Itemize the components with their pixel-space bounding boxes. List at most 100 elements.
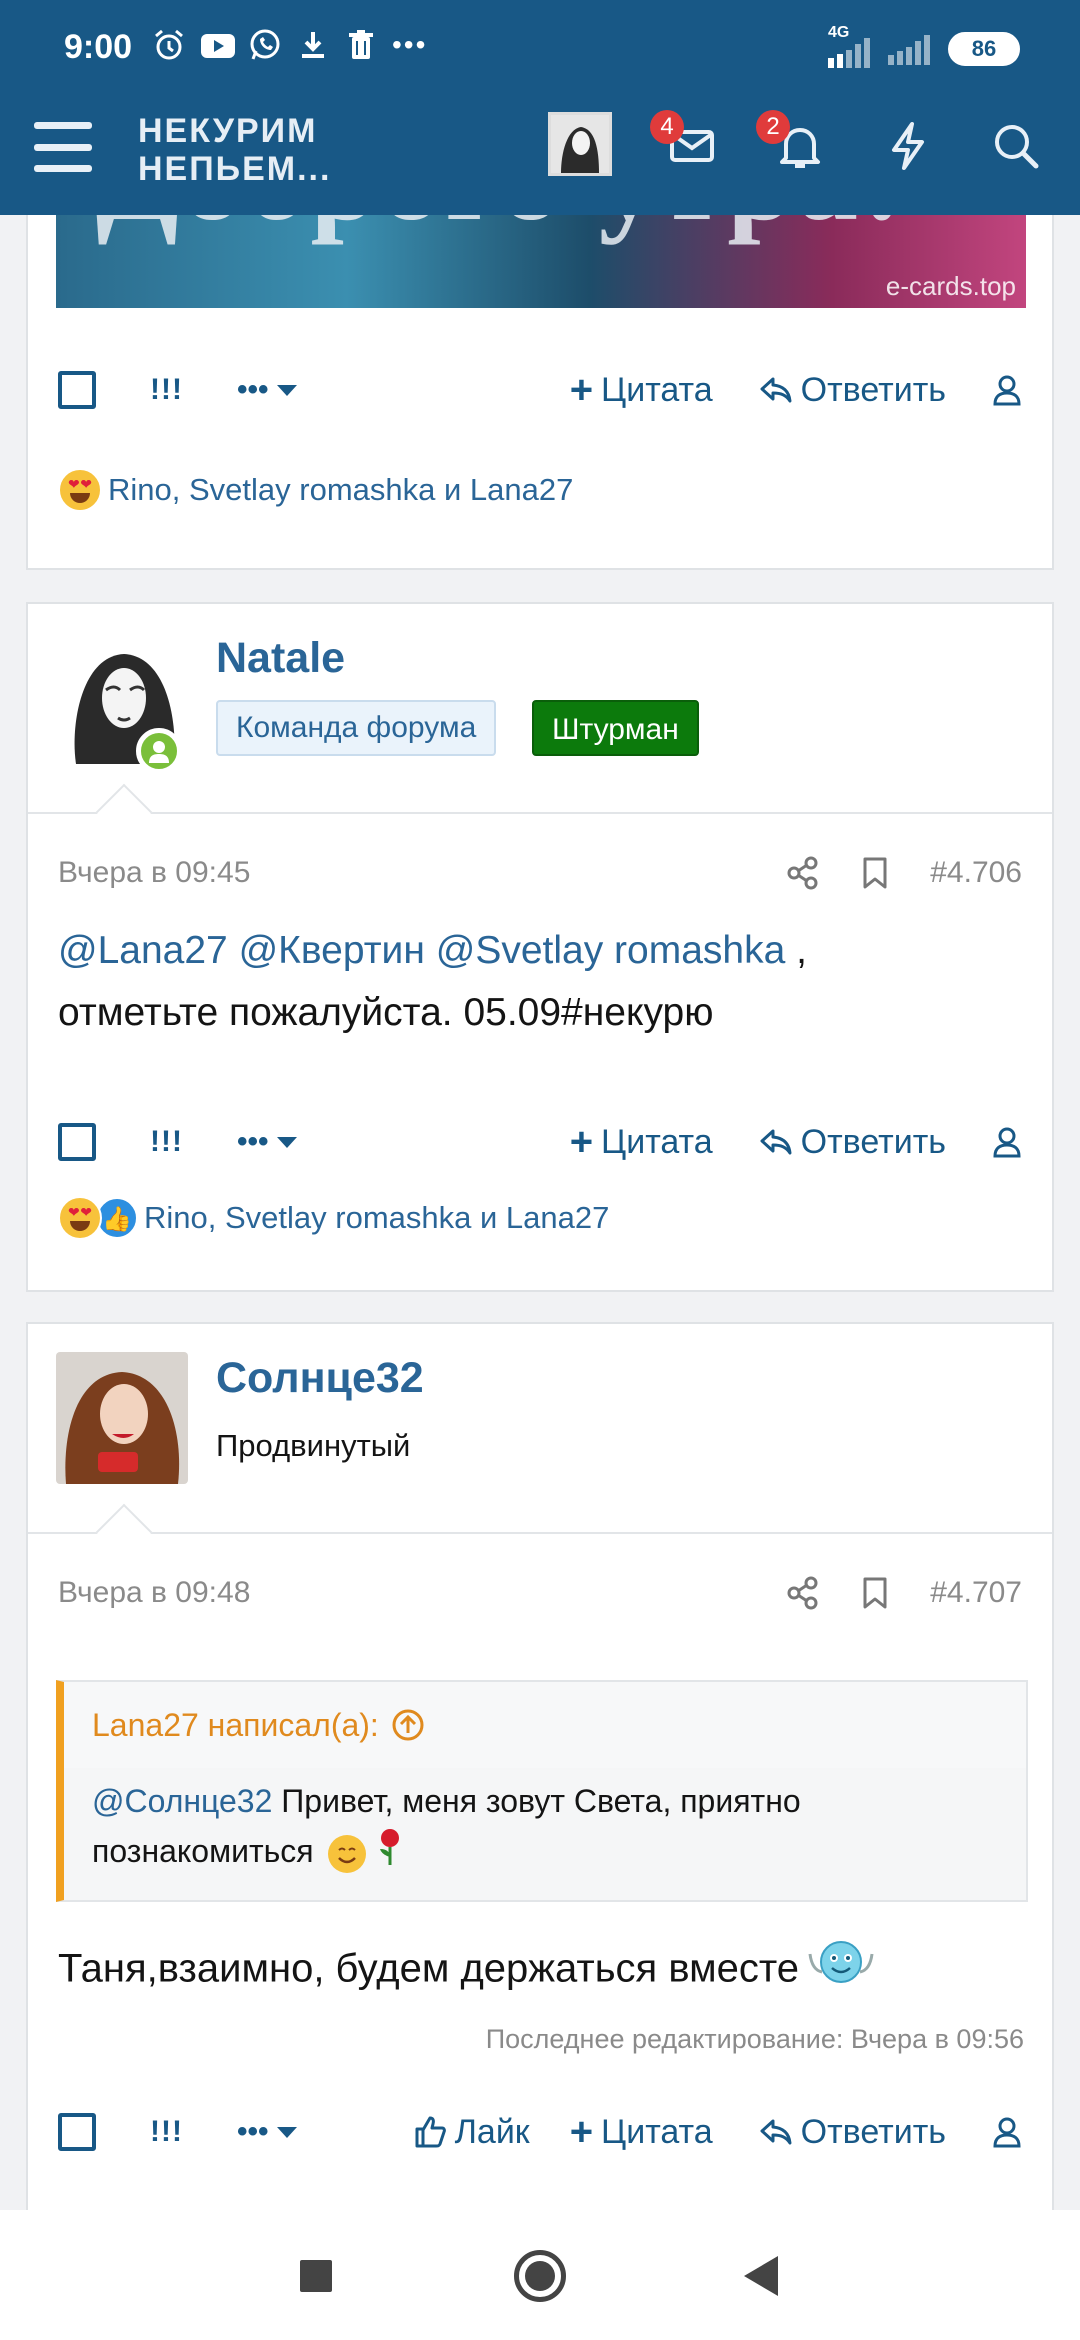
- smile-emoji-icon: [328, 1834, 367, 1873]
- user-icon[interactable]: [992, 2116, 1022, 2148]
- plus-icon: +: [569, 368, 594, 412]
- arrow-up-circle-icon[interactable]: [391, 1708, 425, 1742]
- user-icon[interactable]: [992, 374, 1022, 406]
- mention-link[interactable]: @Lana27: [58, 929, 228, 972]
- alarm-icon: [152, 28, 186, 62]
- heart-eyes-emoji-icon: [58, 468, 102, 512]
- marks-button[interactable]: !!!: [150, 1125, 183, 1159]
- reply-label: Ответить: [800, 370, 946, 409]
- plus-icon: +: [569, 2110, 594, 2154]
- reply-button[interactable]: Ответить: [759, 2113, 946, 2152]
- menu-icon[interactable]: [34, 122, 92, 172]
- reactions-bar[interactable]: 👍 Rino, Svetlay romashka и Lana27: [58, 1196, 609, 1240]
- divider-notch: [95, 783, 153, 841]
- divider: [28, 1532, 1052, 1534]
- trash-icon: [344, 28, 378, 62]
- post-card: Солнце32 Продвинутый Вчера в 09:48 #4.70…: [26, 1322, 1054, 2222]
- logo-line-1: НЕКУРИМ: [138, 112, 318, 150]
- share-icon[interactable]: [786, 1576, 820, 1610]
- reactions-text[interactable]: Rino, Svetlay romashka и Lana27: [144, 1200, 609, 1236]
- site-logo[interactable]: НЕКУРИМ НЕПЬЕМ...: [138, 112, 331, 188]
- quote-block: Lana27 написал(а): @Солнце32 Привет, мен…: [56, 1680, 1028, 1902]
- mention-link[interactable]: @Квертин: [239, 929, 425, 972]
- quote-button[interactable]: + Цитата: [569, 368, 713, 412]
- reply-icon: [760, 377, 792, 403]
- user-title: Продвинутый: [216, 1428, 411, 1463]
- mention-link[interactable]: @Svetlay romashka: [436, 929, 786, 972]
- select-checkbox[interactable]: [58, 371, 96, 409]
- quote-header[interactable]: Lana27 написал(а):: [64, 1682, 1026, 1768]
- bookmark-icon[interactable]: [860, 856, 890, 890]
- signal-icon-2: [888, 33, 930, 65]
- reactions-text[interactable]: Rino, Svetlay romashka и Lana27: [108, 472, 573, 508]
- reply-icon: [760, 2119, 792, 2145]
- status-time: 9:00: [64, 28, 133, 66]
- reply-button[interactable]: Ответить: [759, 1123, 946, 1162]
- post-time[interactable]: Вчера в 09:48: [58, 1576, 250, 1610]
- post-actions: !!! ••• Лайк + Цитата Ответить: [58, 2102, 1022, 2162]
- app-header: 9:00 ••• 4G 86 НЕКУРИМ НЕПЬЕМ... 4 2: [0, 0, 1080, 215]
- system-nav-bar: [0, 2210, 1080, 2340]
- more-options-button[interactable]: •••: [237, 1125, 297, 1159]
- account-avatar[interactable]: [548, 112, 612, 176]
- search-icon[interactable]: [988, 118, 1044, 174]
- username[interactable]: Natale: [216, 634, 345, 683]
- user-avatar[interactable]: [56, 1352, 188, 1484]
- quote-label: Цитата: [601, 370, 713, 409]
- reply-label: Ответить: [800, 2112, 946, 2151]
- chevron-down-icon: [276, 384, 297, 396]
- download-icon: [296, 28, 330, 62]
- lightning-icon[interactable]: [880, 118, 936, 174]
- reactions-bar[interactable]: Rino, Svetlay romashka и Lana27: [58, 468, 573, 512]
- post-text: отметьте пожалуйста. 05.09#некурю: [58, 991, 714, 1034]
- logo-line-2: НЕПЬЕМ...: [138, 150, 332, 188]
- post-text: Таня,взаимно, будем держаться вместе: [58, 1946, 799, 1991]
- home-button[interactable]: [514, 2250, 566, 2302]
- divider: [28, 812, 1052, 814]
- more-dots-icon: •••: [392, 29, 428, 60]
- quote-label: Цитата: [601, 2112, 713, 2151]
- battery-icon: 86: [948, 32, 1020, 66]
- post-content: Таня,взаимно, будем держаться вместе: [58, 1934, 1022, 2008]
- quote-author[interactable]: Lana27 написал(а):: [92, 1707, 379, 1744]
- post-card: Natale Команда форума Штурман Вчера в 09…: [26, 602, 1054, 1292]
- post-meta: Вчера в 09:45 #4.706: [58, 856, 1022, 890]
- chevron-down-icon: [276, 1136, 297, 1148]
- recents-button[interactable]: [300, 2260, 332, 2292]
- more-options-button[interactable]: •••: [237, 2115, 297, 2149]
- more-options-button[interactable]: •••: [237, 373, 297, 407]
- quote-label: Цитата: [601, 1122, 713, 1161]
- edited-note: Последнее редактирование: Вчера в 09:56: [485, 2024, 1024, 2054]
- marks-button[interactable]: !!!: [150, 373, 183, 407]
- messages-badge: 4: [650, 110, 684, 144]
- like-button[interactable]: Лайк: [413, 2113, 530, 2152]
- rank-badge: Штурман: [532, 700, 699, 756]
- select-checkbox[interactable]: [58, 1123, 96, 1161]
- post-text-sep: ,: [785, 929, 807, 972]
- marks-button[interactable]: !!!: [150, 2115, 183, 2149]
- reply-button[interactable]: Ответить: [759, 371, 946, 410]
- like-label: Лайк: [454, 2112, 530, 2151]
- user-icon[interactable]: [992, 1126, 1022, 1158]
- quote-button[interactable]: + Цитата: [569, 2110, 713, 2154]
- notifications-badge: 2: [756, 110, 790, 144]
- quote-button[interactable]: + Цитата: [570, 1122, 713, 1162]
- share-icon[interactable]: [786, 856, 820, 890]
- image-caption: e-cards.top: [885, 271, 1016, 301]
- back-button[interactable]: [744, 2256, 778, 2296]
- post-number[interactable]: #4.707: [930, 1576, 1022, 1610]
- username[interactable]: Солнце32: [216, 1354, 424, 1403]
- bookmark-icon[interactable]: [860, 1576, 890, 1610]
- youtube-icon: [200, 28, 235, 62]
- status-icons: •••: [152, 28, 426, 62]
- mention-link[interactable]: @Солнце32: [92, 1783, 272, 1819]
- status-bar: 9:00 ••• 4G 86: [0, 0, 1080, 96]
- signal-icon: 4G: [828, 24, 870, 68]
- divider-notch: [95, 1503, 153, 1561]
- quote-content: @Солнце32 Привет, меня зовут Света, прия…: [92, 1776, 1002, 1881]
- post-number[interactable]: #4.706: [930, 856, 1022, 890]
- heart-eyes-emoji-icon: [58, 1196, 102, 1240]
- post-actions: !!! ••• + Цитата Ответить: [58, 1112, 1022, 1172]
- select-checkbox[interactable]: [58, 2113, 96, 2151]
- post-time[interactable]: Вчера в 09:45: [58, 856, 250, 890]
